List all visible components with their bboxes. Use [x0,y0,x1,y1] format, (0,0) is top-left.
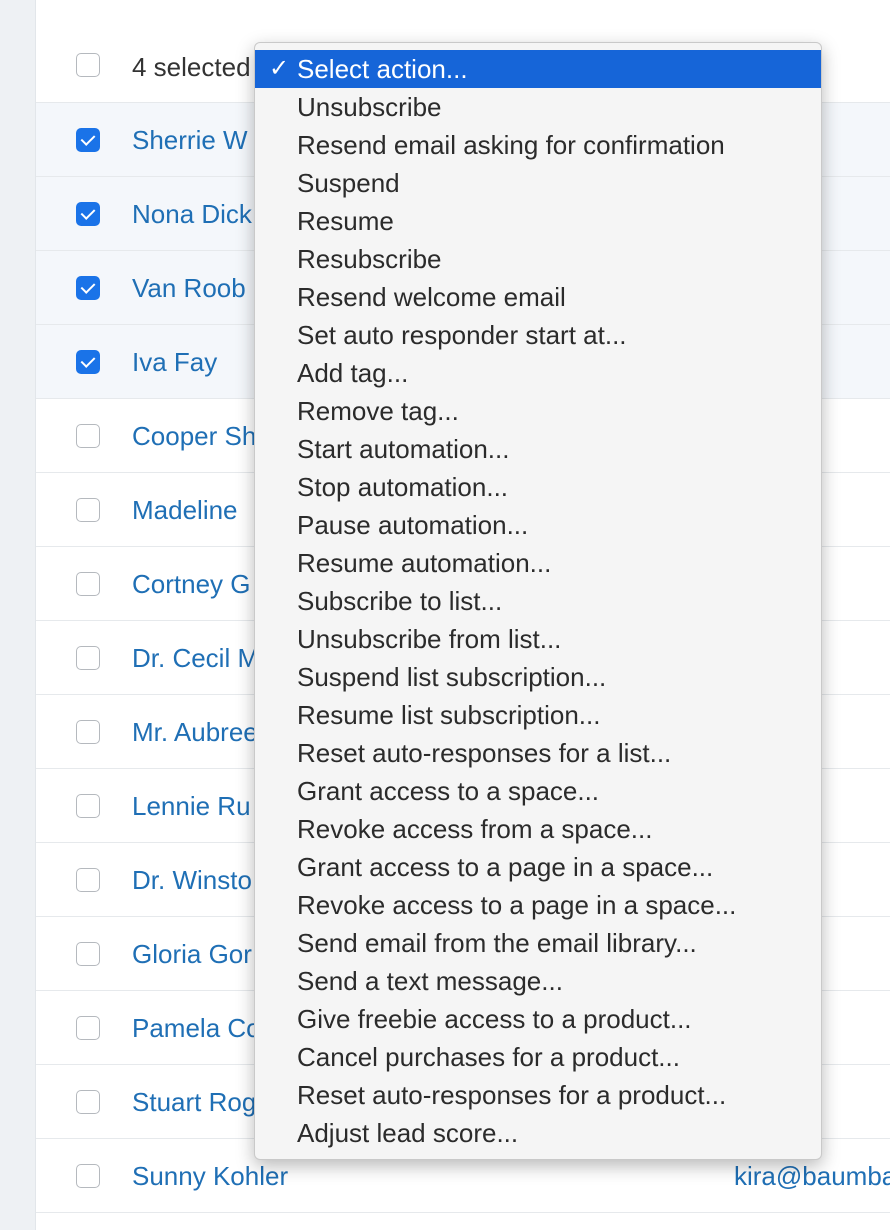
action-option-label: Revoke access to a page in a space... [297,890,737,920]
subscriber-name-link[interactable]: Sunny Kohler [132,1161,288,1192]
action-option[interactable]: Subscribe to list... [255,582,821,620]
action-option[interactable]: Resume list subscription... [255,696,821,734]
row-checkbox[interactable] [76,572,100,596]
subscriber-name-link[interactable]: Mr. Aubree [132,717,258,748]
select-all-checkbox[interactable] [76,53,100,77]
action-option-label: Send a text message... [297,966,563,996]
row-checkbox[interactable] [76,202,100,226]
action-option-label: Reset auto-responses for a product... [297,1080,727,1110]
action-option[interactable]: Add tag... [255,354,821,392]
action-option-label: Unsubscribe [297,92,442,122]
action-option-label: Subscribe to list... [297,586,503,616]
action-option-label: Grant access to a space... [297,776,600,806]
action-option[interactable]: Resubscribe [255,240,821,278]
action-option-label: Resubscribe [297,244,442,274]
action-option[interactable]: ✓ Select action... [255,50,821,88]
subscriber-name-link[interactable]: Pamela Co [132,1013,261,1044]
action-option[interactable]: Cancel purchases for a product... [255,1038,821,1076]
row-checkbox[interactable] [76,942,100,966]
action-option-label: Resume [297,206,394,236]
action-option-label: Resend email asking for confirmation [297,130,725,160]
action-option[interactable]: Stop automation... [255,468,821,506]
action-option-label: Resend welcome email [297,282,566,312]
action-option[interactable]: Unsubscribe from list... [255,620,821,658]
action-option-label: Cancel purchases for a product... [297,1042,680,1072]
row-checkbox[interactable] [76,498,100,522]
subscriber-email-link[interactable]: kira@baumba [734,1161,890,1192]
subscriber-name-link[interactable]: Cooper Sh [132,421,256,452]
action-option-label: Set auto responder start at... [297,320,627,350]
action-option[interactable]: Give freebie access to a product... [255,1000,821,1038]
action-option[interactable]: Send a text message... [255,962,821,1000]
subscriber-name-link[interactable]: Dr. Winsto [132,865,252,896]
action-option-label: Grant access to a page in a space... [297,852,714,882]
selected-count-label: 4 selected [132,52,251,82]
action-option-label: Remove tag... [297,396,459,426]
row-checkbox[interactable] [76,1164,100,1188]
action-option-label: Suspend list subscription... [297,662,607,692]
action-option-label: Pause automation... [297,510,529,540]
action-option[interactable]: Suspend [255,164,821,202]
action-option[interactable]: Resume [255,202,821,240]
bulk-action-dropdown-menu[interactable]: ✓ Select action... Unsubscribe Resend email… [254,42,822,1160]
row-checkbox[interactable] [76,1016,100,1040]
subscribers-page: 4 selected Sherrie Wanne@Nona Dickn@lesV… [0,0,890,1230]
row-checkbox[interactable] [76,794,100,818]
action-option[interactable]: Start automation... [255,430,821,468]
action-option[interactable]: Unsubscribe [255,88,821,126]
action-option-label: Reset auto-responses for a list... [297,738,672,768]
action-option[interactable]: Revoke access from a space... [255,810,821,848]
row-checkbox[interactable] [76,128,100,152]
action-option[interactable]: Adjust lead score... [255,1114,821,1152]
action-option[interactable]: Send email from the email library... [255,924,821,962]
action-option[interactable]: Grant access to a page in a space... [255,848,821,886]
row-checkbox[interactable] [76,720,100,744]
action-option-label: Suspend [297,168,400,198]
subscriber-name-link[interactable]: Dr. Cecil M [132,643,259,674]
row-checkbox[interactable] [76,424,100,448]
action-option[interactable]: Resume automation... [255,544,821,582]
action-option[interactable]: Reset auto-responses for a list... [255,734,821,772]
subscriber-name-link[interactable]: Nona Dick [132,199,252,230]
row-checkbox[interactable] [76,276,100,300]
action-option-label: Stop automation... [297,472,509,502]
subscriber-name-link[interactable]: Gloria Gor [132,939,252,970]
subscriber-name-link[interactable]: Sherrie W [132,125,248,156]
action-option[interactable]: Revoke access to a page in a space... [255,886,821,924]
row-checkbox[interactable] [76,868,100,892]
action-option-label: Resume automation... [297,548,552,578]
action-option-label: Resume list subscription... [297,700,601,730]
row-checkbox[interactable] [76,350,100,374]
subscriber-name-link[interactable]: Stuart Rog [132,1087,256,1118]
checkmark-icon: ✓ [268,55,290,82]
action-option-label: Give freebie access to a product... [297,1004,692,1034]
subscriber-name-link[interactable]: Van Roob [132,273,246,304]
action-option-label: Adjust lead score... [297,1118,519,1148]
left-sidebar-rail [0,0,36,1230]
action-option-label: Select action... [297,54,468,84]
subscriber-name-link[interactable]: Lennie Ru [132,791,251,822]
subscriber-name-link[interactable]: Iva Fay [132,347,217,378]
action-option[interactable]: Set auto responder start at... [255,316,821,354]
action-option-label: Unsubscribe from list... [297,624,562,654]
action-option[interactable]: Remove tag... [255,392,821,430]
action-option[interactable]: Resend email asking for confirmation [255,126,821,164]
row-checkbox[interactable] [76,646,100,670]
action-option[interactable]: Suspend list subscription... [255,658,821,696]
action-option[interactable]: Grant access to a space... [255,772,821,810]
action-option[interactable]: Pause automation... [255,506,821,544]
action-option-label: Revoke access from a space... [297,814,653,844]
subscriber-name-link[interactable]: Cortney G [132,569,251,600]
action-option[interactable]: Reset auto-responses for a product... [255,1076,821,1114]
action-option-label: Start automation... [297,434,510,464]
row-checkbox[interactable] [76,1090,100,1114]
action-option-label: Add tag... [297,358,409,388]
action-option-label: Send email from the email library... [297,928,697,958]
subscriber-name-link[interactable]: Madeline [132,495,238,526]
action-option[interactable]: Resend welcome email [255,278,821,316]
